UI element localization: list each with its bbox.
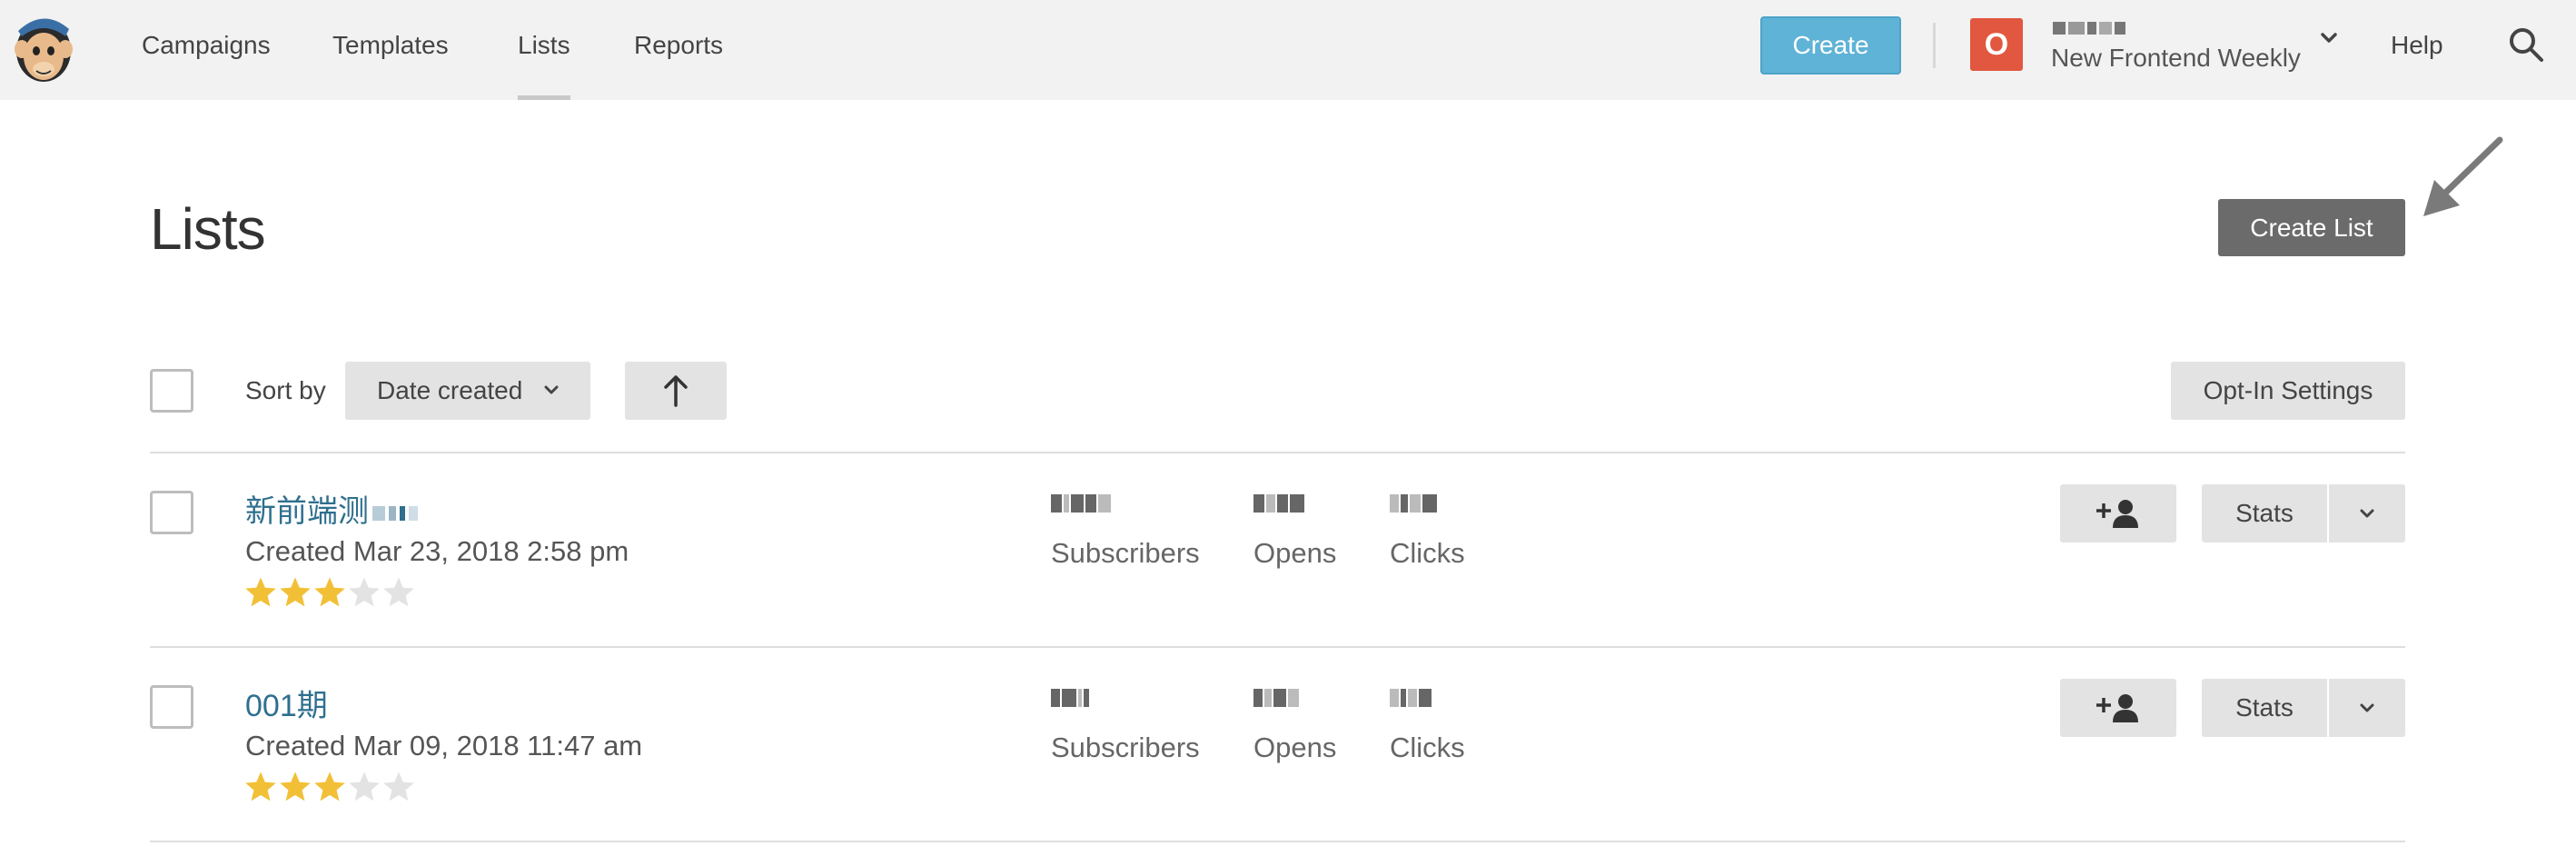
chevron-down-icon (2360, 703, 2374, 712)
add-subscriber-button[interactable] (2060, 679, 2176, 737)
help-link[interactable]: Help (2391, 0, 2443, 91)
sort-by-select[interactable]: Date created (345, 362, 590, 420)
list-row: 001期 Created Mar 09, 2018 11:47 am Subsc… (0, 648, 2576, 841)
clicks-label: Clicks (1390, 537, 1465, 569)
opens-count-redacted (1253, 493, 1304, 513)
divider (150, 841, 2405, 842)
opt-in-settings-button[interactable]: Opt-In Settings (2171, 362, 2405, 420)
arrow-up-icon (664, 375, 688, 407)
create-button[interactable]: Create (1760, 16, 1901, 75)
sort-direction-button[interactable] (625, 362, 727, 420)
stats-button[interactable]: Stats (2202, 679, 2327, 737)
add-subscriber-button[interactable] (2060, 484, 2176, 542)
clicks-count-redacted (1390, 493, 1437, 513)
page-title: Lists (150, 196, 266, 262)
star-filled-icon (280, 771, 311, 801)
sort-by-value: Date created (377, 376, 523, 404)
nav-divider (1933, 23, 1936, 68)
nav-reports[interactable]: Reports (634, 0, 723, 100)
stats-button[interactable]: Stats (2202, 484, 2327, 542)
add-user-icon (2096, 694, 2138, 722)
chevron-down-icon (544, 385, 559, 394)
chevron-down-icon (2360, 509, 2374, 518)
mailchimp-logo-icon[interactable] (9, 5, 78, 87)
star-filled-icon (280, 577, 311, 607)
row-checkbox[interactable] (150, 491, 193, 534)
clicks-label: Clicks (1390, 732, 1465, 763)
clicks-count-redacted (1390, 688, 1432, 708)
subscribers-count-redacted (1051, 493, 1111, 513)
list-name-link[interactable]: 新前端测 (245, 486, 418, 531)
star-filled-icon (245, 771, 276, 801)
top-navigation-bar: Campaigns Templates Lists Reports Create… (0, 0, 2576, 100)
stats-dropdown-button[interactable] (2329, 679, 2405, 737)
select-all-checkbox[interactable] (150, 369, 193, 413)
subscribers-label: Subscribers (1051, 732, 1200, 763)
star-filled-icon (245, 577, 276, 607)
star-empty-icon (383, 771, 414, 801)
row-checkbox[interactable] (150, 685, 193, 729)
nav-templates[interactable]: Templates (332, 0, 449, 100)
nav-lists[interactable]: Lists (518, 0, 570, 100)
subscribers-label: Subscribers (1051, 537, 1200, 569)
list-rating (243, 575, 416, 610)
star-empty-icon (349, 771, 380, 801)
add-user-icon (2096, 500, 2138, 528)
sort-by-label: Sort by (245, 376, 326, 404)
list-created-date: Created Mar 23, 2018 2:58 pm (245, 535, 629, 567)
search-icon[interactable] (2507, 25, 2545, 64)
opens-label: Opens (1253, 537, 1337, 569)
account-name-redacted[interactable] (2053, 22, 2125, 36)
star-filled-icon (314, 771, 345, 801)
annotation-arrow-icon (2423, 136, 2503, 216)
star-empty-icon (383, 577, 414, 607)
account-avatar[interactable]: O (1970, 18, 2023, 71)
subscribers-count-redacted (1051, 688, 1089, 708)
account-subtitle[interactable]: New Frontend Weekly (2051, 44, 2301, 73)
opens-label: Opens (1253, 732, 1337, 763)
list-row: 新前端测 Created Mar 23, 2018 2:58 pm Subscr… (0, 453, 2576, 646)
star-empty-icon (349, 577, 380, 607)
list-name-link[interactable]: 001期 (245, 681, 328, 725)
list-created-date: Created Mar 09, 2018 11:47 am (245, 730, 643, 761)
stats-dropdown-button[interactable] (2329, 484, 2405, 542)
nav-campaigns[interactable]: Campaigns (142, 0, 271, 100)
chevron-down-icon[interactable] (2316, 25, 2342, 51)
list-rating (243, 770, 416, 804)
opens-count-redacted (1253, 688, 1299, 708)
star-filled-icon (314, 577, 345, 607)
create-list-button[interactable]: Create List (2218, 199, 2405, 256)
list-name-redacted (372, 506, 418, 522)
